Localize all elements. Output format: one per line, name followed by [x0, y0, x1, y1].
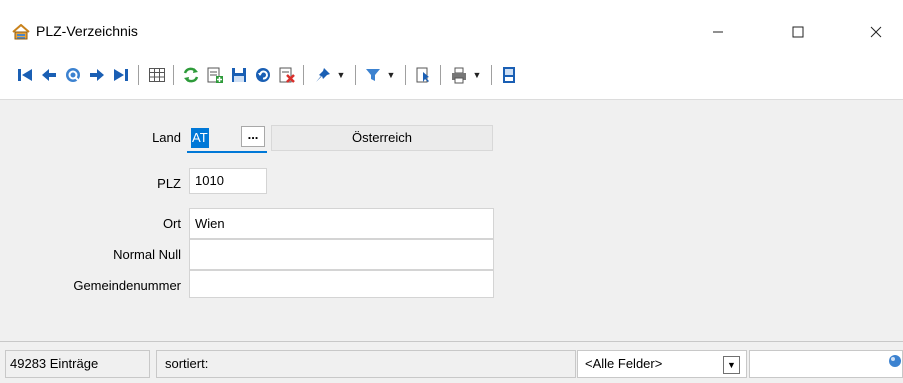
land-code-input[interactable]: AT — [191, 123, 222, 148]
search-icon[interactable] — [888, 354, 902, 368]
field-filter-chevron-down-icon[interactable]: ▼ — [723, 356, 740, 374]
search-record-icon[interactable] — [62, 64, 84, 86]
table-view-icon[interactable] — [146, 64, 168, 86]
land-lookup-button[interactable]: ... — [241, 126, 265, 147]
print-icon[interactable] — [448, 64, 470, 86]
land-focus-underline — [187, 151, 267, 153]
toolbar: ▼ ▼ ▼ — [0, 59, 903, 93]
exit-icon[interactable] — [498, 64, 520, 86]
last-record-icon[interactable] — [110, 64, 132, 86]
pin-icon[interactable] — [312, 64, 334, 86]
house-app-icon — [12, 23, 30, 40]
export-icon[interactable] — [412, 64, 434, 86]
save-icon[interactable] — [228, 64, 250, 86]
pin-dropdown-chevron-icon[interactable]: ▼ — [336, 66, 346, 84]
toolbar-separator — [303, 65, 304, 85]
field-filter-value: <Alle Felder> — [585, 356, 663, 371]
normal-null-label: Normal Null — [113, 247, 181, 262]
record-count: 49283 Einträge — [5, 350, 150, 378]
toolbar-separator — [138, 65, 139, 85]
undo-icon[interactable] — [252, 64, 274, 86]
next-record-icon[interactable] — [86, 64, 108, 86]
field-filter-select[interactable]: <Alle Felder> — [577, 350, 747, 378]
plz-label: PLZ — [157, 176, 181, 191]
previous-record-icon[interactable] — [38, 64, 60, 86]
normal-null-input[interactable] — [189, 239, 494, 270]
sort-status: sortiert: — [156, 350, 576, 378]
ort-input[interactable]: Wien — [189, 208, 494, 239]
title-bar: PLZ-Verzeichnis — [0, 0, 903, 50]
land-code-value: AT — [191, 128, 209, 148]
toolbar-separator — [173, 65, 174, 85]
gemeindenummer-label: Gemeindenummer — [73, 278, 181, 293]
new-record-icon[interactable] — [204, 64, 226, 86]
first-record-icon[interactable] — [14, 64, 36, 86]
toolbar-separator — [440, 65, 441, 85]
search-input[interactable] — [749, 350, 903, 378]
minimize-button[interactable] — [695, 14, 741, 50]
close-button[interactable] — [853, 14, 899, 50]
window-title: PLZ-Verzeichnis — [36, 23, 138, 39]
filter-icon[interactable] — [362, 64, 384, 86]
delete-icon[interactable] — [276, 64, 298, 86]
toolbar-separator — [355, 65, 356, 85]
refresh-icon[interactable] — [180, 64, 202, 86]
maximize-button[interactable] — [775, 14, 821, 50]
land-label: Land — [152, 130, 181, 145]
status-bar: 49283 Einträge sortiert: <Alle Felder> ▼ — [0, 341, 903, 383]
filter-dropdown-chevron-icon[interactable]: ▼ — [386, 66, 396, 84]
toolbar-separator — [405, 65, 406, 85]
plz-input[interactable]: 1010 — [189, 168, 267, 194]
ort-label: Ort — [162, 216, 181, 231]
toolbar-separator — [491, 65, 492, 85]
gemeindenummer-input[interactable] — [189, 270, 494, 298]
land-name-display: Österreich — [271, 125, 493, 151]
print-dropdown-chevron-icon[interactable]: ▼ — [472, 66, 482, 84]
